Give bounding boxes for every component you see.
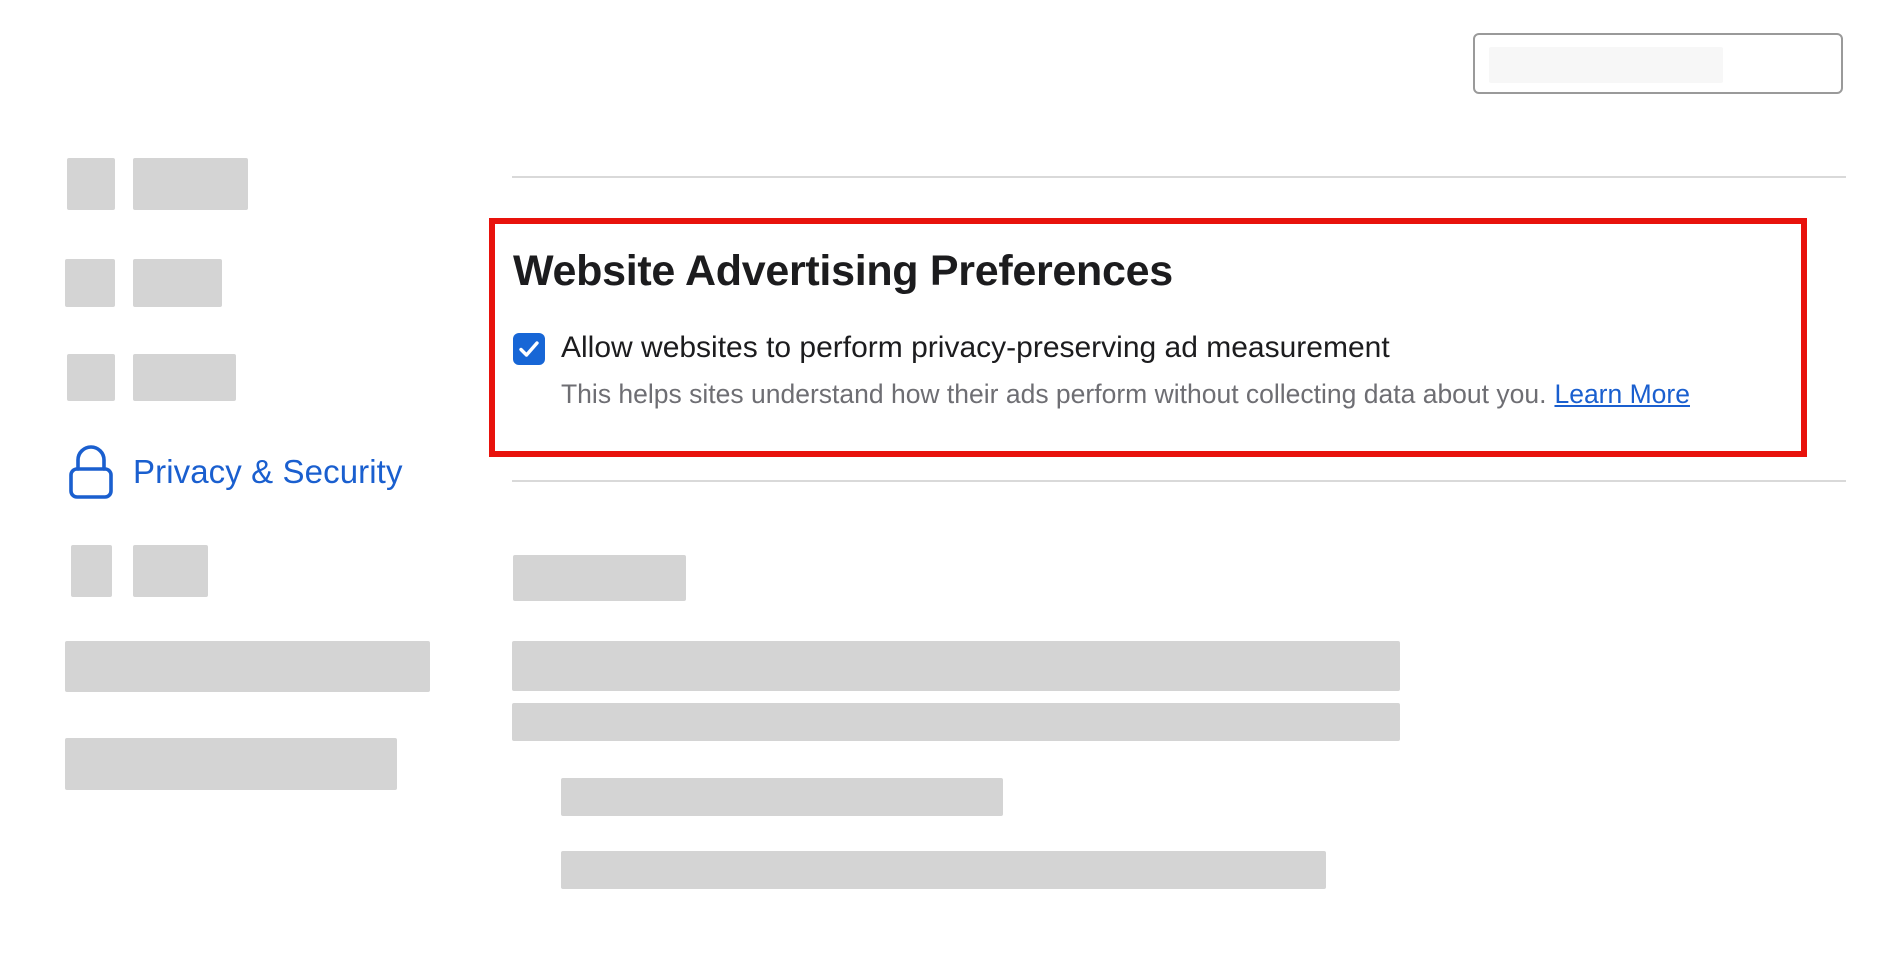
ad-measurement-checkbox[interactable] <box>513 333 545 365</box>
ad-measurement-description: This helps sites understand how their ad… <box>561 379 1690 410</box>
next-section-title-placeholder <box>513 555 686 601</box>
section-divider-top <box>512 176 1846 178</box>
next-section-line-2-placeholder <box>512 703 1400 741</box>
sidebar-item-2-icon-placeholder <box>65 259 115 307</box>
next-section-option-1-placeholder <box>561 778 1003 816</box>
section-title: Website Advertising Preferences <box>513 247 1173 295</box>
lock-icon <box>68 444 114 500</box>
sidebar-item-5-label-placeholder <box>133 545 208 597</box>
sidebar-item-1-label-placeholder <box>133 158 248 210</box>
sidebar-item-3-icon-placeholder <box>67 354 115 401</box>
sidebar-item-3-label-placeholder <box>133 354 236 401</box>
sidebar-item-1-icon-placeholder <box>67 158 115 210</box>
next-section-option-2-placeholder <box>561 851 1326 889</box>
sidebar-item-2-label-placeholder <box>133 259 222 307</box>
next-section-line-1-placeholder <box>512 641 1400 691</box>
section-divider-bottom <box>512 480 1846 482</box>
sidebar-item-privacy-security[interactable]: Privacy & Security <box>68 444 403 500</box>
ad-measurement-label[interactable]: Allow websites to perform privacy-preser… <box>561 331 1390 365</box>
sidebar-item-6-placeholder <box>65 641 430 692</box>
sidebar-item-7-placeholder <box>65 738 397 790</box>
learn-more-link[interactable]: Learn More <box>1554 379 1690 409</box>
sidebar-item-label: Privacy & Security <box>133 453 403 490</box>
search-field-redacted-text <box>1489 47 1723 83</box>
checkmark-icon <box>519 341 539 357</box>
sidebar-item-5-icon-placeholder <box>71 545 112 597</box>
search-field[interactable] <box>1473 33 1843 94</box>
description-text: This helps sites understand how their ad… <box>561 379 1547 409</box>
